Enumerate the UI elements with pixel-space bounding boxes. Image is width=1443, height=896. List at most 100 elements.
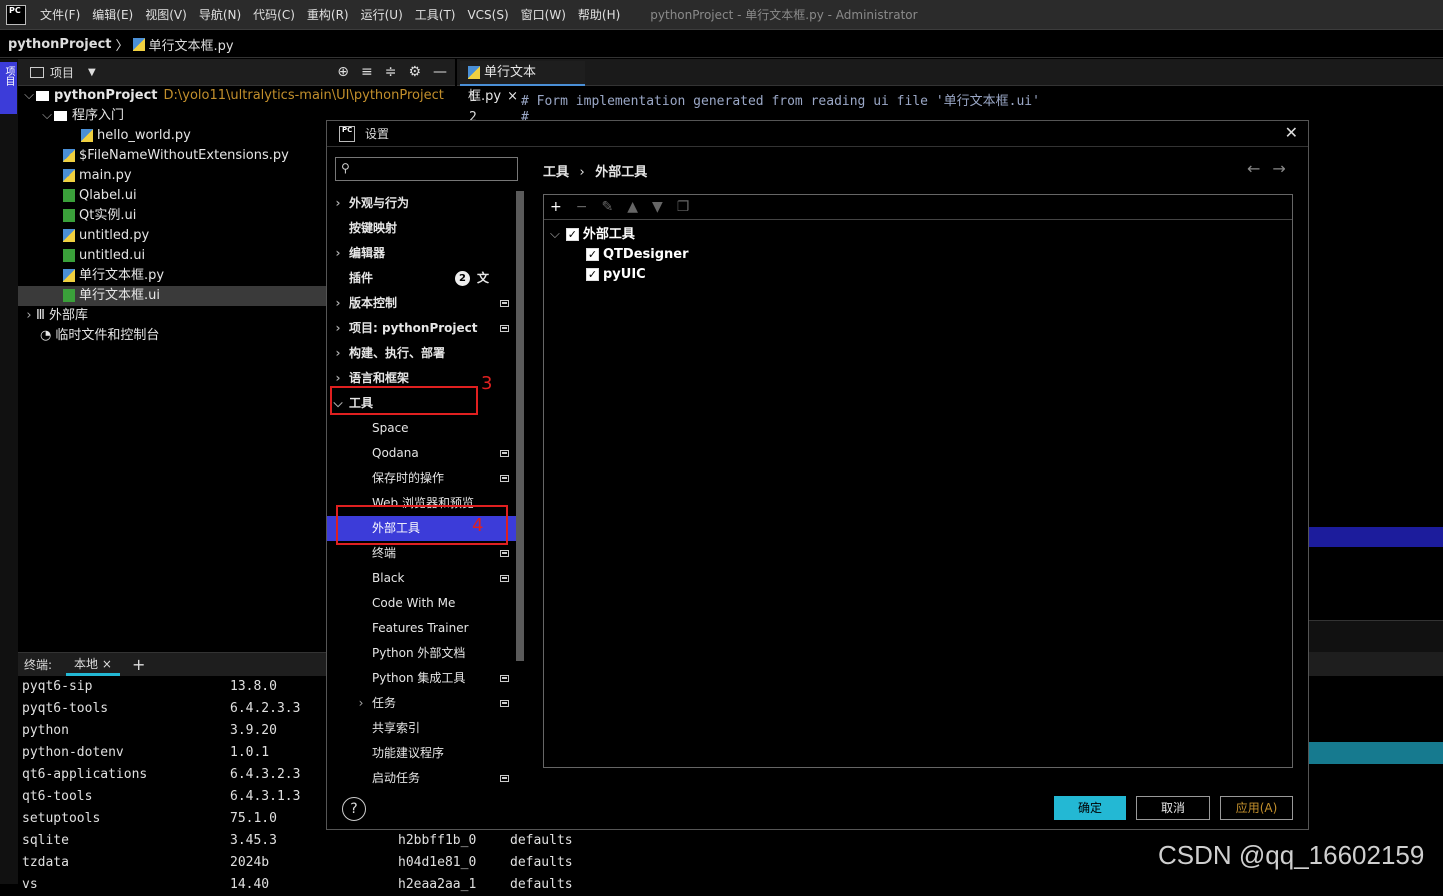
menu-tools[interactable]: 工具(T): [415, 6, 456, 23]
nav-code-with-me[interactable]: Code With Me: [327, 591, 517, 616]
locate-icon[interactable]: ⊕: [337, 64, 349, 80]
checkbox-checked-icon[interactable]: ✓: [565, 228, 579, 241]
project-panel-title[interactable]: 项目: [50, 64, 74, 81]
ok-button[interactable]: 确定: [1054, 796, 1126, 820]
menu-navigate[interactable]: 导航(N): [199, 6, 241, 23]
terminal-row: 3.9.20: [230, 720, 277, 742]
project-tool-window-button[interactable]: 项目: [0, 62, 17, 114]
nav-label: 任务: [372, 696, 397, 710]
nav-appearance[interactable]: › 外观与行为: [327, 191, 517, 216]
nav-keymap[interactable]: 按键映射: [327, 216, 517, 241]
chevron-down-icon[interactable]: ⌵: [550, 227, 560, 242]
terminal-tab[interactable]: 本地 ×: [66, 654, 120, 676]
terminal-row: 1.0.1: [230, 742, 269, 764]
breadcrumb-project[interactable]: pythonProject: [8, 37, 112, 52]
breadcrumb-file[interactable]: 单行文本框.py: [149, 35, 234, 54]
apply-button[interactable]: 应用(A): [1220, 796, 1293, 820]
terminal-row: defaults: [510, 852, 573, 874]
terminal-row: defaults: [510, 874, 573, 896]
code-editor[interactable]: 1 # Form implementation generated from r…: [457, 86, 1443, 125]
nav-qodana[interactable]: Qodana: [327, 441, 517, 466]
edit-icon[interactable]: ✎: [601, 199, 613, 215]
expand-all-icon[interactable]: ≡: [361, 64, 373, 80]
nav-startup-tasks[interactable]: 启动任务: [327, 766, 517, 787]
menu-edit[interactable]: 编辑(E): [92, 6, 133, 23]
terminal-tab-label: 本地: [74, 656, 99, 671]
terminal-row: 75.1.0: [230, 808, 277, 830]
dropdown-icon[interactable]: ▼: [88, 67, 96, 78]
chevron-down-icon[interactable]: ⌵: [22, 86, 36, 106]
nav-build[interactable]: › 构建、执行、部署: [327, 341, 517, 366]
nav-space[interactable]: Space: [327, 416, 517, 441]
nav-black[interactable]: Black: [327, 566, 517, 591]
editor-tab[interactable]: 单行文本框.py ×: [460, 61, 585, 104]
menu-view[interactable]: 视图(V): [145, 6, 187, 23]
nav-shared-indexes[interactable]: 共享索引: [327, 716, 517, 741]
nav-save-actions[interactable]: 保存时的操作: [327, 466, 517, 491]
terminal-row: sqlite: [22, 830, 69, 852]
chevron-right-icon[interactable]: ›: [22, 306, 36, 326]
menu-window[interactable]: 窗口(W): [521, 6, 566, 23]
search-icon: ⚲: [341, 161, 350, 175]
menu-file[interactable]: 文件(F): [40, 6, 80, 23]
menu-run[interactable]: 运行(U): [361, 6, 403, 23]
menu-refactor[interactable]: 重构(R): [307, 6, 349, 23]
nav-scrollbar[interactable]: [516, 191, 524, 661]
terminal-row: python: [22, 720, 69, 742]
nav-plugins[interactable]: 插件 2 文: [327, 266, 517, 291]
nav-feature-suggester[interactable]: 功能建议程序: [327, 741, 517, 766]
chevron-right-icon: ›: [335, 196, 341, 210]
chevron-right-icon: ›: [335, 321, 341, 335]
pkg-name: python-dotenv: [22, 745, 124, 760]
pkg-version: 6.4.3.2.3: [230, 767, 301, 782]
gear-icon[interactable]: ⚙: [408, 64, 421, 80]
tool-item-label: QTDesigner: [603, 247, 689, 262]
code-line[interactable]: # Form implementation generated from rea…: [521, 90, 1040, 109]
tool-item-row[interactable]: ✓ QTDesigner: [586, 245, 689, 265]
move-down-icon[interactable]: ▼: [652, 199, 663, 215]
nav-tasks[interactable]: › 任务: [327, 691, 517, 716]
line-number: 1: [469, 90, 477, 105]
scratch-icon: ◔: [40, 328, 52, 343]
nav-python-docs[interactable]: Python 外部文档: [327, 641, 517, 666]
pkg-version: 6.4.3.1.3: [230, 789, 301, 804]
chevron-down-icon[interactable]: ⌵: [40, 106, 54, 126]
external-tools-panel: + − ✎ ▲ ▼ ❐ ⌵ ✓ 外部工具 ✓ QTDesigner ✓ pyUIC: [543, 194, 1293, 768]
minimize-icon[interactable]: —: [433, 64, 447, 80]
remove-icon[interactable]: −: [576, 199, 588, 215]
terminal-row: 6.4.3.2.3: [230, 764, 300, 786]
add-tab-icon[interactable]: +: [132, 655, 145, 674]
copy-icon[interactable]: ❐: [677, 199, 690, 215]
close-icon[interactable]: ×: [102, 657, 112, 671]
menu-vcs[interactable]: VCS(S): [467, 8, 508, 22]
terminal-row: 6.4.3.1.3: [230, 786, 300, 808]
forward-arrow-icon[interactable]: →: [1272, 159, 1297, 178]
menu-code[interactable]: 代码(C): [253, 6, 295, 23]
add-icon[interactable]: +: [550, 199, 562, 215]
checkbox-checked-icon[interactable]: ✓: [586, 248, 599, 261]
project-level-icon: [500, 325, 509, 332]
nav-label: 构建、执行、部署: [349, 346, 446, 360]
settings-search-input[interactable]: [335, 157, 518, 181]
menu-bar: PC 文件(F) 编辑(E) 视图(V) 导航(N) 代码(C) 重构(R) 运…: [0, 0, 1443, 30]
close-icon[interactable]: ✕: [1285, 123, 1298, 142]
tree-root[interactable]: ⌵ pythonProject D:\yolo11\ultralytics-main…: [18, 86, 455, 106]
nav-features-trainer[interactable]: Features Trainer: [327, 616, 517, 641]
nav-python-integrated[interactable]: Python 集成工具: [327, 666, 517, 691]
checkbox-checked-icon[interactable]: ✓: [586, 268, 599, 281]
nav-label: Python 外部文档: [372, 646, 466, 660]
pkg-version: 1.0.1: [230, 745, 270, 760]
nav-vcs[interactable]: › 版本控制: [327, 291, 517, 316]
tool-group-row[interactable]: ⌵ ✓ 外部工具: [550, 225, 635, 245]
help-icon[interactable]: ?: [342, 797, 366, 821]
collapse-all-icon[interactable]: ≑: [385, 64, 397, 80]
breadcrumb-parent[interactable]: 工具: [543, 165, 569, 180]
back-arrow-icon[interactable]: ←: [1247, 159, 1272, 178]
menu-help[interactable]: 帮助(H): [578, 6, 620, 23]
move-up-icon[interactable]: ▲: [627, 199, 638, 215]
tool-item-row[interactable]: ✓ pyUIC: [586, 265, 646, 285]
nav-editor[interactable]: › 编辑器: [327, 241, 517, 266]
nav-project[interactable]: › 项目: pythonProject: [327, 316, 517, 341]
left-tool-strip: [0, 59, 18, 884]
cancel-button[interactable]: 取消: [1136, 796, 1210, 820]
